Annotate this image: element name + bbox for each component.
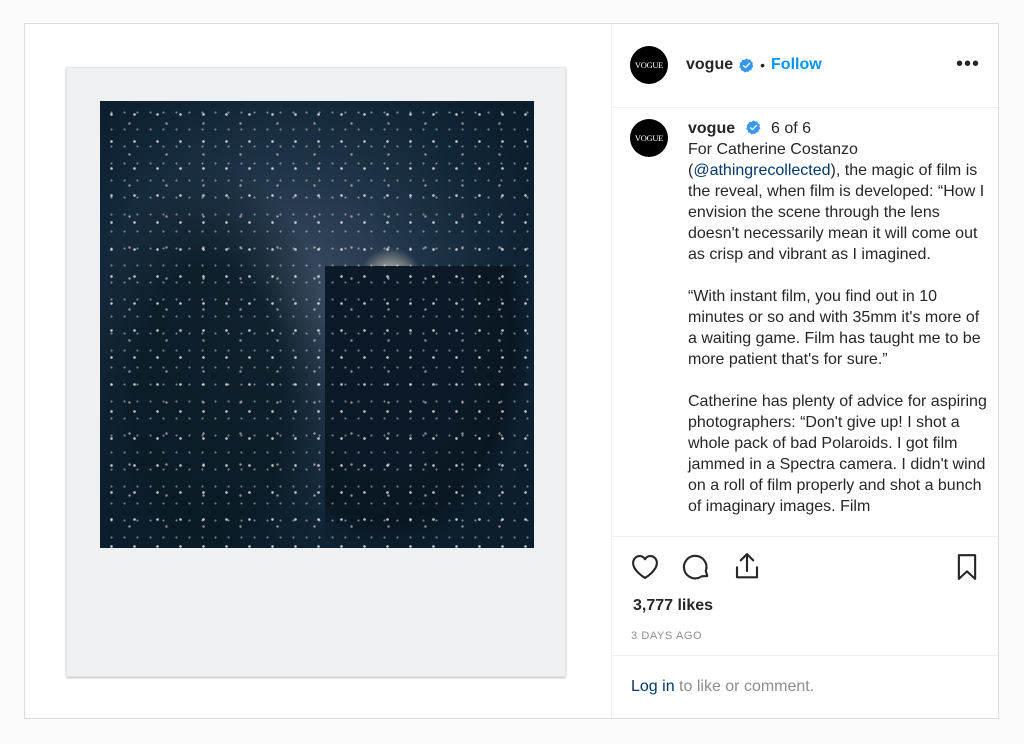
separator-dot: • bbox=[760, 57, 766, 73]
post-actions: 3,777 likes 3 DAYS AGO Log in to like or… bbox=[611, 536, 998, 718]
post-date[interactable]: 3 DAYS AGO bbox=[631, 630, 702, 642]
login-prompt: Log in to like or comment. bbox=[612, 655, 998, 717]
login-prompt-text: to like or comment. bbox=[674, 678, 815, 695]
snowflakes bbox=[100, 101, 534, 548]
mention-link[interactable]: @athingrecollected bbox=[693, 162, 830, 179]
caption-paragraph-1: For Catherine Costanzo (@athingrecollect… bbox=[688, 139, 988, 265]
follow-button[interactable]: Follow bbox=[771, 56, 822, 74]
share-icon[interactable] bbox=[732, 551, 762, 581]
caption-username-link[interactable]: vogue bbox=[688, 120, 735, 137]
caption-area[interactable]: VOGUE vogue 6 of 6 For Catherine Costanz… bbox=[611, 108, 998, 536]
caption: vogue 6 of 6 For Catherine Costanzo (@at… bbox=[688, 118, 988, 536]
post-media[interactable] bbox=[25, 24, 611, 718]
comment-icon[interactable] bbox=[681, 552, 711, 582]
login-link[interactable]: Log in bbox=[631, 678, 675, 695]
post-card: VOGUE vogue • Follow ••• VOGUE vogue 6 o… bbox=[24, 23, 999, 719]
avatar[interactable]: VOGUE bbox=[630, 46, 668, 84]
like-count[interactable]: 3,777 likes bbox=[633, 597, 713, 615]
carousel-counter: 6 of 6 bbox=[771, 120, 812, 137]
verified-badge-icon bbox=[745, 120, 760, 135]
snowy-night-photo bbox=[100, 101, 534, 548]
caption-paragraph-3: Catherine has plenty of advice for aspir… bbox=[688, 393, 987, 515]
polaroid-frame bbox=[66, 67, 566, 677]
more-options-icon[interactable]: ••• bbox=[956, 54, 980, 74]
caption-avatar[interactable]: VOGUE bbox=[630, 119, 668, 157]
bookmark-icon[interactable] bbox=[952, 552, 982, 582]
header-user-row: vogue • Follow bbox=[686, 56, 822, 74]
heart-icon[interactable] bbox=[630, 552, 660, 582]
post-header: VOGUE vogue • Follow ••• bbox=[611, 24, 998, 108]
caption-paragraph-2: “With instant film, you find out in 10 m… bbox=[688, 288, 981, 368]
verified-badge-icon bbox=[739, 57, 754, 73]
username-link[interactable]: vogue bbox=[686, 56, 733, 74]
